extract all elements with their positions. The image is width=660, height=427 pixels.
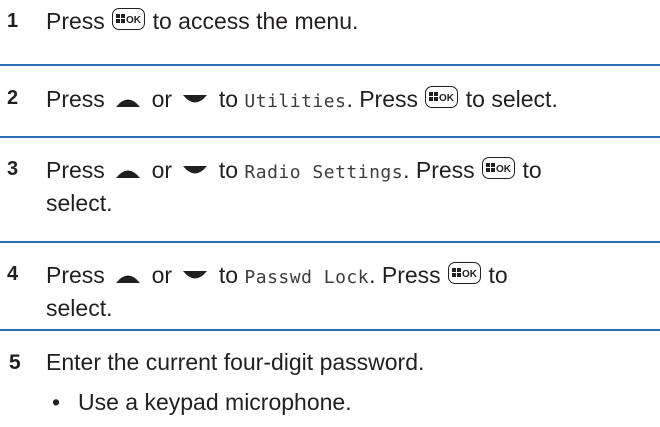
step-number: 3 — [7, 158, 19, 180]
svg-text:OK: OK — [496, 164, 512, 175]
down-arrow-icon — [183, 94, 208, 103]
divider — [0, 329, 660, 331]
menu-item-name: Passwd Lock — [244, 267, 370, 288]
up-arrow-icon — [116, 275, 141, 283]
menu-ok-key-icon: OK — [482, 157, 516, 179]
step-number: 4 — [7, 263, 19, 285]
menu-item-name: Utilities — [244, 91, 347, 112]
menu-ok-key-icon: OK — [425, 86, 459, 108]
step-text: Press or to Utilities. Press OK to selec… — [46, 86, 558, 112]
step-number: 5 — [9, 351, 21, 374]
menu-item-name: Radio Settings — [244, 162, 404, 183]
svg-text:OK: OK — [439, 93, 455, 104]
step-text: Press OK to access the menu. — [46, 8, 359, 34]
divider — [0, 241, 660, 243]
svg-text:OK: OK — [126, 15, 142, 26]
divider — [0, 136, 660, 138]
divider — [0, 64, 660, 66]
step-text: Press or to Radio Settings. Press OK to — [46, 157, 542, 183]
step-text-continued: select. — [46, 295, 113, 321]
down-arrow-icon — [183, 165, 208, 174]
svg-text:OK: OK — [462, 269, 478, 280]
step-number: 2 — [7, 87, 19, 109]
step-text: Enter the current four-digit password. — [46, 349, 425, 375]
down-arrow-icon — [183, 270, 208, 279]
step-text-continued: select. — [46, 190, 113, 216]
bullet-marker: • — [52, 389, 61, 415]
up-arrow-icon — [116, 99, 141, 107]
step-text: Press or to Passwd Lock. Press OK to — [46, 262, 508, 288]
bullet-text: Use a keypad microphone. — [78, 389, 352, 415]
menu-ok-key-icon: OK — [112, 8, 146, 30]
step-number: 1 — [7, 10, 19, 32]
up-arrow-icon — [116, 170, 141, 178]
menu-ok-key-icon: OK — [448, 262, 482, 284]
